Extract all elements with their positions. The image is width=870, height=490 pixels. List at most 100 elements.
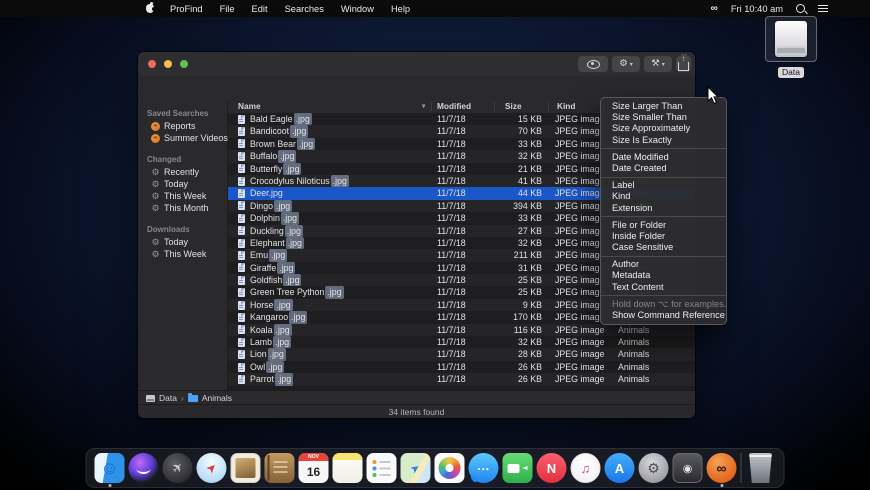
menu-item-file-or-folder[interactable]: File or Folder xyxy=(601,220,726,231)
dock-messages-icon[interactable]: … xyxy=(469,453,499,483)
sidebar-item-recently[interactable]: Recently xyxy=(138,166,227,178)
menubar-window[interactable]: Window xyxy=(341,4,374,14)
menu-item-extension[interactable]: Extension xyxy=(601,203,726,214)
chevron-down-icon: ▾ xyxy=(662,61,665,68)
menubar-file[interactable]: File xyxy=(220,4,235,14)
action-menu-button[interactable]: ⚙▾ xyxy=(612,56,640,72)
dock-appstore-icon[interactable]: A xyxy=(605,453,635,483)
path-volume[interactable]: Data xyxy=(159,393,177,403)
menubar-help[interactable]: Help xyxy=(391,4,410,14)
share-button[interactable] xyxy=(676,56,691,72)
sidebar-item-reports[interactable]: Reports xyxy=(138,120,227,132)
sidebar-item-summer-videos[interactable]: Summer Videos xyxy=(138,132,227,144)
column-divider[interactable] xyxy=(431,102,432,111)
close-button[interactable] xyxy=(148,60,156,68)
preview-button[interactable] xyxy=(578,56,608,72)
dock-news-icon[interactable]: N xyxy=(537,453,567,483)
file-kind: JPEG image xyxy=(555,311,604,323)
dock-launchpad-icon[interactable]: ✈ xyxy=(163,453,193,483)
sidebar-item-label: Summer Videos xyxy=(164,133,228,143)
menu-item-case-sensitive[interactable]: Case Sensitive xyxy=(601,242,726,253)
column-header-modified[interactable]: Modified xyxy=(437,100,471,113)
file-name: Deer.jpg xyxy=(250,187,283,199)
profind-menubar-icon[interactable]: ∞ xyxy=(711,3,718,14)
menu-item-size-approximately[interactable]: Size Approximately xyxy=(601,123,726,134)
menu-item-kind[interactable]: Kind xyxy=(601,191,726,202)
sidebar-item-changed-today[interactable]: Today xyxy=(138,178,227,190)
jpeg-file-icon xyxy=(238,226,245,235)
file-ext-highlight: .jpg xyxy=(266,361,284,373)
file-name-cell: Deer.jpg xyxy=(238,187,430,199)
dock-separator xyxy=(741,453,742,483)
dock-systemprefs-icon[interactable]: ⚙ xyxy=(639,453,669,483)
menubar-searches[interactable]: Searches xyxy=(285,4,324,14)
file-name-cell: Duckling.jpg xyxy=(238,225,430,237)
dock-contacts-icon[interactable] xyxy=(265,453,295,483)
menubar-clock[interactable]: Fri 10:40 am xyxy=(731,4,783,14)
dock-screenshot-icon[interactable]: ◉ xyxy=(673,453,703,483)
dock-safari-icon[interactable]: ➤ xyxy=(197,453,227,483)
sidebar-item-changed-this-week[interactable]: This Week xyxy=(138,190,227,202)
column-header-size[interactable]: Size xyxy=(505,100,522,113)
file-name-cell: Bald Eagle.jpg xyxy=(238,113,430,125)
dock-reminders-icon[interactable] xyxy=(367,453,397,483)
menu-item-size-smaller-than[interactable]: Size Smaller Than xyxy=(601,112,726,123)
column-divider[interactable] xyxy=(494,102,495,111)
title-bar[interactable]: ⚙▾ ⚒▾ xyxy=(138,52,695,77)
dock-maps-icon[interactable]: ➤ xyxy=(401,453,431,483)
file-name-cell: Bandicoot.jpg xyxy=(238,125,430,137)
tools-menu-button[interactable]: ⚒▾ xyxy=(644,56,672,72)
dock-calendar-icon[interactable]: NOV 16 xyxy=(299,453,329,483)
file-row[interactable]: Koala.jpg 11/7/18 116 KB JPEG image Anim… xyxy=(228,324,695,336)
jpeg-file-icon xyxy=(238,325,245,334)
menu-item-show-command-reference[interactable]: Show Command Reference xyxy=(601,310,726,321)
file-parent-folder: Animals xyxy=(618,373,649,385)
dock-trash-icon[interactable] xyxy=(746,453,776,483)
minimize-button[interactable] xyxy=(164,60,172,68)
zoom-button[interactable] xyxy=(180,60,188,68)
file-size: 41 KB xyxy=(486,175,542,187)
desktop-volume[interactable]: Data xyxy=(763,16,819,80)
file-size: 32 KB xyxy=(486,150,542,162)
menu-item-author[interactable]: Author xyxy=(601,259,726,270)
dock-mail-icon[interactable] xyxy=(231,453,261,483)
menu-item-label[interactable]: Label xyxy=(601,180,726,191)
menubar-edit[interactable]: Edit xyxy=(252,4,268,14)
path-folder[interactable]: Animals xyxy=(202,393,232,403)
file-row[interactable]: Owl.jpg 11/7/18 26 KB JPEG image Animals xyxy=(228,361,695,373)
dock-finder-icon[interactable]: ☺ xyxy=(95,453,125,483)
column-header-name[interactable]: Name xyxy=(238,100,261,113)
jpeg-file-icon xyxy=(238,214,245,223)
path-bar: Data › Animals xyxy=(138,390,695,405)
file-size: 21 KB xyxy=(486,163,542,175)
spotlight-search-icon[interactable] xyxy=(796,4,805,13)
sidebar-item-downloads-today[interactable]: Today xyxy=(138,236,227,248)
file-row[interactable]: Lamb.jpg 11/7/18 32 KB JPEG image Animal… xyxy=(228,336,695,348)
menu-item-text-content[interactable]: Text Content xyxy=(601,282,726,293)
dock-profind-icon[interactable]: ∞ xyxy=(707,453,737,483)
file-row[interactable]: Parrot.jpg 11/7/18 26 KB JPEG image Anim… xyxy=(228,373,695,385)
dock-photos-icon[interactable] xyxy=(435,453,465,483)
file-modified: 11/7/18 xyxy=(437,138,466,150)
menu-item-date-modified[interactable]: Date Modified xyxy=(601,152,726,163)
file-name-cell: Lamb.jpg xyxy=(238,336,430,348)
menu-item-metadata[interactable]: Metadata xyxy=(601,270,726,281)
menu-item-date-created[interactable]: Date Created xyxy=(601,163,726,174)
menu-item-inside-folder[interactable]: Inside Folder xyxy=(601,231,726,242)
menu-item-size-is-exactly[interactable]: Size Is Exactly xyxy=(601,135,726,146)
sidebar-item-downloads-this-week[interactable]: This Week xyxy=(138,248,227,260)
column-divider[interactable] xyxy=(548,102,549,111)
apple-menu-icon[interactable] xyxy=(146,4,154,13)
notification-center-icon[interactable] xyxy=(818,5,828,13)
sidebar-item-changed-this-month[interactable]: This Month xyxy=(138,202,227,214)
dock-notes-icon[interactable] xyxy=(333,453,363,483)
dock-itunes-icon[interactable]: ♫ xyxy=(571,453,601,483)
column-header-kind[interactable]: Kind xyxy=(557,100,575,113)
file-row[interactable]: Lion.jpg 11/7/18 28 KB JPEG image Animal… xyxy=(228,348,695,360)
dock-icon xyxy=(503,453,533,483)
file-kind: JPEG image xyxy=(555,249,604,261)
menubar-profind[interactable]: ProFind xyxy=(170,4,203,14)
dock-facetime-icon[interactable] xyxy=(503,453,533,483)
dock-siri-icon[interactable] xyxy=(129,453,159,483)
file-modified: 11/7/18 xyxy=(437,163,466,175)
